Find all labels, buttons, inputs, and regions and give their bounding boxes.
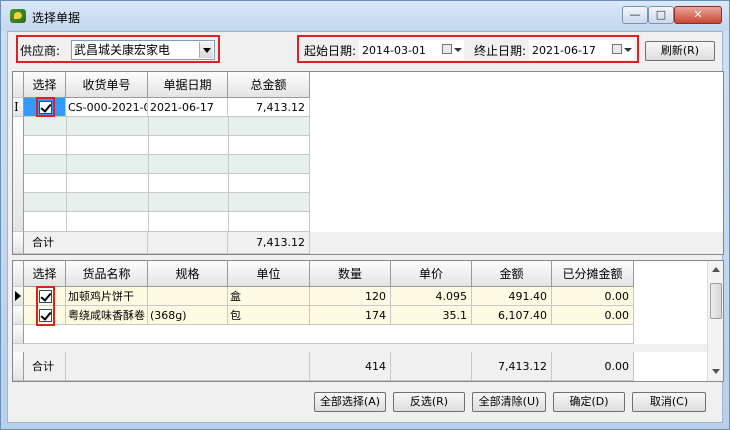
- col-header-doc-date[interactable]: 单据日期: [148, 72, 228, 98]
- col-header-select[interactable]: 选择: [24, 261, 66, 287]
- ok-button[interactable]: 确定(D): [553, 392, 625, 412]
- select-document-window: 选择单据 — □ ✕ 供应商: 武昌城关康宏家电 起始日期: 2014-03-0…: [0, 0, 730, 430]
- end-date-label: 终止日期:: [474, 44, 527, 58]
- col-header-qty[interactable]: 数量: [310, 261, 391, 287]
- spec-cell[interactable]: [148, 287, 228, 306]
- end-date-picker[interactable]: 2021-06-17: [529, 40, 634, 60]
- dialog-body: 供应商: 武昌城关康宏家电 起始日期: 2014-03-01 终止日期: 202…: [7, 31, 724, 423]
- chevron-down-icon[interactable]: [454, 48, 462, 52]
- supplier-value: 武昌城关康宏家电: [74, 43, 171, 57]
- col-header-allocated[interactable]: 已分摊金额: [552, 261, 634, 287]
- spec-cell[interactable]: (368g): [148, 306, 228, 325]
- maximize-button[interactable]: □: [648, 6, 674, 24]
- close-button[interactable]: ✕: [674, 6, 722, 24]
- col-header-receipt-no[interactable]: 收货单号: [66, 72, 148, 98]
- col-header-unit[interactable]: 单位: [228, 261, 310, 287]
- qty-cell[interactable]: 174: [310, 306, 391, 325]
- vertical-scrollbar[interactable]: [707, 261, 723, 381]
- col-header-total[interactable]: 总金额: [228, 72, 310, 98]
- qty-cell[interactable]: 120: [310, 287, 391, 306]
- edit-caret-icon: I: [14, 100, 19, 114]
- receipt-no-cell[interactable]: CS-000-2021-0: [66, 98, 148, 117]
- supplier-label: 供应商:: [20, 44, 61, 58]
- start-date-label: 起始日期:: [304, 44, 357, 58]
- col-header-select[interactable]: 选择: [24, 72, 66, 98]
- sum-label: 合计: [24, 232, 148, 254]
- chevron-down-icon[interactable]: [199, 42, 213, 58]
- item-name-cell[interactable]: 加顿鸡片饼干: [66, 287, 148, 306]
- cancel-button[interactable]: 取消(C): [632, 392, 706, 412]
- amount-cell[interactable]: 6,107.40: [472, 306, 552, 325]
- calendar-icon: [442, 44, 452, 54]
- row-indicator: I: [13, 98, 24, 117]
- col-header-spec[interactable]: 规格: [148, 261, 228, 287]
- scroll-up-icon[interactable]: [712, 267, 720, 272]
- doc-date-cell[interactable]: 2021-06-17: [148, 98, 228, 117]
- app-logo-icon: [10, 9, 26, 23]
- end-date-value: 2021-06-17: [532, 44, 596, 57]
- invert-selection-button[interactable]: 反选(R): [393, 392, 465, 412]
- start-date-value: 2014-03-01: [362, 44, 426, 57]
- minimize-button[interactable]: —: [622, 6, 648, 24]
- calendar-icon: [612, 44, 622, 54]
- amount-cell[interactable]: 491.40: [472, 287, 552, 306]
- unit-cell[interactable]: 包: [228, 306, 310, 325]
- filter-bar: 供应商: 武昌城关康宏家电 起始日期: 2014-03-01 终止日期: 202…: [8, 32, 722, 70]
- item-name-cell[interactable]: 粤绕咸味香酥卷: [66, 306, 148, 325]
- col-header-price[interactable]: 单价: [391, 261, 472, 287]
- allocated-cell[interactable]: 0.00: [552, 287, 634, 306]
- title-bar: 选择单据 — □ ✕: [1, 1, 729, 31]
- sum-label: 合计: [24, 352, 66, 381]
- sum-qty: 414: [310, 352, 391, 381]
- sum-total: 7,413.12: [228, 232, 310, 254]
- col-header-item-name[interactable]: 货品名称: [66, 261, 148, 287]
- scrollbar-thumb[interactable]: [710, 283, 722, 319]
- refresh-button[interactable]: 刷新(R): [645, 41, 715, 61]
- supplier-combo[interactable]: 武昌城关康宏家电: [71, 40, 215, 60]
- sum-allocated: 0.00: [552, 352, 634, 381]
- document-grid: 选择 收货单号 单据日期 总金额 I CS-000-2021-0 2021-06…: [12, 71, 724, 255]
- checkbox-highlight: [36, 286, 55, 326]
- sum-amount: 7,413.12: [472, 352, 552, 381]
- select-all-button[interactable]: 全部选择(A): [314, 392, 386, 412]
- row-indicator: [13, 287, 24, 306]
- col-header-amount[interactable]: 金额: [472, 261, 552, 287]
- price-cell[interactable]: 35.1: [391, 306, 472, 325]
- table-row: [24, 325, 634, 344]
- price-cell[interactable]: 4.095: [391, 287, 472, 306]
- chevron-down-icon[interactable]: [624, 48, 632, 52]
- allocated-cell[interactable]: 0.00: [552, 306, 634, 325]
- checkbox-highlight: [36, 97, 55, 117]
- start-date-picker[interactable]: 2014-03-01: [359, 40, 464, 60]
- scroll-down-icon[interactable]: [712, 369, 720, 374]
- item-grid: 选择 货品名称 规格 单位 数量 单价 金额 已分摊金额 加顿鸡片饼干 盒 12…: [12, 260, 724, 382]
- window-title: 选择单据: [32, 11, 81, 25]
- unit-cell[interactable]: 盒: [228, 287, 310, 306]
- total-cell[interactable]: 7,413.12: [228, 98, 310, 117]
- current-row-arrow-icon: [15, 291, 21, 301]
- clear-all-button[interactable]: 全部清除(U): [472, 392, 546, 412]
